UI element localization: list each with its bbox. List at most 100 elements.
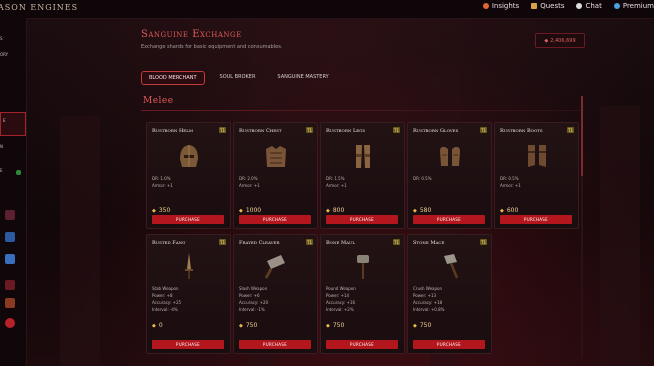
tab-sanguine-mastery[interactable]: SANGUINE MASTERY: [270, 71, 335, 83]
item-stats: DR: 2.0% Armor: +1: [239, 175, 260, 189]
nav-premium[interactable]: Premium: [613, 2, 654, 10]
purchase-button[interactable]: PURCHASE: [413, 340, 485, 349]
price-value: 800: [332, 207, 345, 214]
stat-line: Interval: -1%: [239, 307, 265, 312]
purchase-button[interactable]: PURCHASE: [326, 340, 398, 349]
scrollbar[interactable]: [581, 96, 583, 358]
stat-line: DR: 1.5%: [326, 176, 345, 181]
stat-line: DR: 1.0%: [152, 176, 171, 181]
price-value: 750: [419, 322, 432, 329]
shop-item-card: Frayed Cleaver T1 Slash Weapon Power: +6…: [233, 234, 318, 354]
item-stats: DR: 0.5%: [413, 175, 432, 182]
sword-icon[interactable]: [5, 232, 15, 242]
shop-item-card: Rustborn Legs T1 DR: 1.5% Armor: +1 ◆ 800…: [320, 122, 405, 229]
item-stats: DR: 0.5% Armor: +1: [500, 175, 521, 189]
item-name: Frayed Cleaver: [239, 240, 280, 246]
coin-icon: ◆: [152, 207, 156, 214]
cleaver-icon: [264, 255, 285, 279]
stat-line: Power: +13: [413, 293, 437, 298]
item-price: ◆ 750: [413, 322, 431, 329]
stat-line: Interval: +0.8%: [413, 307, 445, 312]
shop-item-card: Stone Mace T1 Crush Weapon Power: +13 Ac…: [407, 234, 492, 354]
purchase-button[interactable]: PURCHASE: [152, 340, 224, 349]
shop-item-card: Rustborn Boots T1 DR: 0.5% Armor: +1 ◆ 60…: [494, 122, 579, 229]
item-name: Bone Maul: [326, 240, 355, 246]
tier-badge: T1: [393, 239, 400, 245]
shop-item-card: Rustborn Chest T1 DR: 2.0% Armor: +1 ◆ 10…: [233, 122, 318, 229]
currency-display: ◆ 2,406,699: [535, 33, 585, 48]
purchase-button[interactable]: PURCHASE: [413, 215, 485, 224]
sidebar-item[interactable]: ORY: [0, 52, 8, 57]
stat-line: Armor: +1: [152, 183, 173, 188]
chat-icon: [576, 3, 583, 9]
gloves-icon: [440, 146, 460, 166]
chest-armor-icon: [266, 146, 286, 167]
shop-item-card: Bone Maul T1 Pound Weapon Power: +14 Acc…: [320, 234, 405, 354]
item-stats: Stab Weapon Power: +8 Accuracy: +25 Inte…: [152, 285, 181, 313]
leg-armor-icon: [356, 145, 370, 168]
purchase-button[interactable]: PURCHASE: [152, 215, 224, 224]
tier-badge: T1: [306, 239, 313, 245]
sidebar-item[interactable]: N: [0, 144, 3, 149]
shop-item-card: Rustborn Helm T1 DR: 1.0% Armor: +1 ◆ 350…: [146, 122, 231, 229]
nav-quests[interactable]: Quests: [531, 2, 564, 10]
item-stats: DR: 1.5% Armor: +1: [326, 175, 347, 189]
item-name: Rusted Fang: [152, 240, 186, 246]
item-price: ◆ 600: [500, 207, 518, 214]
insights-icon: [482, 3, 489, 9]
bg-spire: [60, 116, 100, 366]
purchase-button[interactable]: PURCHASE: [239, 215, 311, 224]
tier-badge: T1: [567, 127, 574, 133]
skill-icon[interactable]: [5, 280, 15, 290]
sidebar: S ORY E N E: [0, 18, 27, 366]
item-price: ◆ 1000: [239, 207, 261, 214]
item-price: ◆ 750: [326, 322, 344, 329]
sidebar-item-active[interactable]: [0, 112, 26, 136]
skill-icon[interactable]: [5, 210, 15, 220]
page-subtitle: Exchange shards for basic equipment and …: [141, 44, 283, 50]
sidebar-item[interactable]: S: [0, 36, 3, 41]
premium-icon: [613, 3, 620, 9]
purchase-button[interactable]: PURCHASE: [500, 215, 572, 224]
price-value: 1000: [245, 207, 262, 214]
stat-line: Accuracy: +25: [152, 300, 182, 305]
stat-line: Interval: +2%: [326, 307, 354, 312]
scrollbar-thumb[interactable]: [581, 96, 583, 176]
bg-spire: [600, 106, 640, 366]
stat-line: DR: 2.0%: [239, 176, 258, 181]
item-price: ◆ 580: [413, 207, 431, 214]
stat-line: Accuracy: +18: [413, 300, 443, 305]
price-value: 750: [332, 322, 345, 329]
item-name: Rustborn Boots: [500, 128, 543, 134]
nav-chat[interactable]: Chat: [576, 2, 602, 10]
purchase-button[interactable]: PURCHASE: [326, 215, 398, 224]
item-price: ◆ 800: [326, 207, 344, 214]
shop-item-card: Rustborn Gloves T1 DR: 0.5% ◆ 580 PURCHAS…: [407, 122, 492, 229]
status-icon: [16, 170, 21, 175]
divider: [141, 110, 581, 111]
coin-icon: ◆: [239, 322, 243, 329]
stat-line: DR: 0.5%: [500, 176, 519, 181]
item-price: ◆ 0: [152, 322, 163, 329]
magic-icon[interactable]: [5, 254, 15, 264]
item-name: Rustborn Gloves: [413, 128, 459, 134]
tab-blood-merchant[interactable]: BLOOD MERCHANT: [141, 71, 205, 85]
tier-badge: T1: [306, 127, 313, 133]
sidebar-item[interactable]: E: [3, 118, 6, 123]
quests-icon: [531, 3, 538, 9]
coin-icon: ◆: [326, 322, 330, 329]
sidebar-item[interactable]: E: [0, 168, 3, 173]
nav-insights[interactable]: Insights: [482, 2, 519, 10]
tab-soul-broker[interactable]: SOUL BROKER: [213, 71, 263, 83]
price-value: 600: [506, 207, 519, 214]
brand-logo: ASON ENGINES: [0, 3, 79, 12]
shop-item-card: Rusted Fang T1 Stab Weapon Power: +8 Acc…: [146, 234, 231, 354]
blood-icon[interactable]: [5, 318, 15, 328]
item-stats: Slash Weapon Power: +6 Accuracy: +20 Int…: [239, 285, 268, 313]
blood-drop-icon: ◆: [544, 37, 549, 44]
stat-line: Accuracy: +16: [326, 300, 356, 305]
page-title: Sanguine Exchange: [141, 29, 242, 40]
price-value: 350: [158, 207, 171, 214]
crossed-swords-icon[interactable]: [5, 298, 15, 308]
purchase-button[interactable]: PURCHASE: [239, 340, 311, 349]
